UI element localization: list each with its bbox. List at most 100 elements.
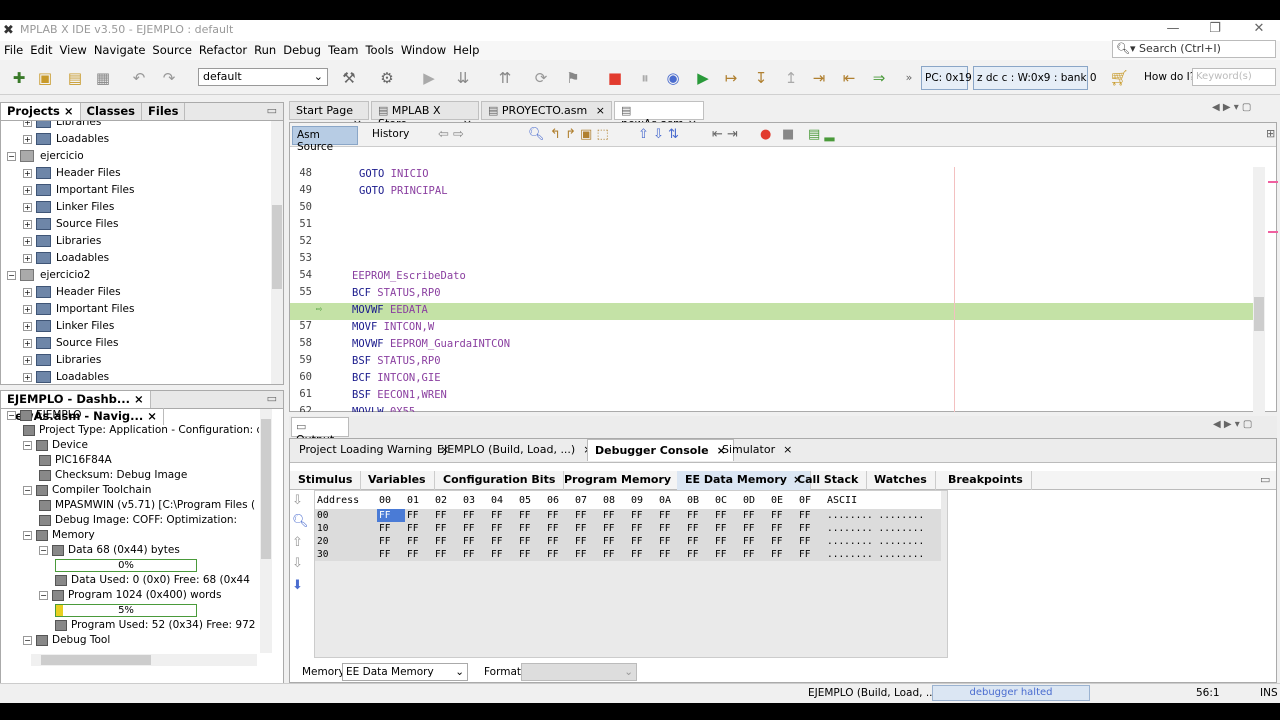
- tree-item[interactable]: + Linker Files: [23, 320, 114, 337]
- code-area[interactable]: 48 GOTO INICIO 49 GOTO PRINCIPAL 50 51 52 53 54 E…: [290, 167, 1253, 412]
- minimize-icon[interactable]: —: [1158, 21, 1188, 36]
- memory-cell[interactable]: FF: [741, 509, 769, 522]
- continue-icon[interactable]: ▶: [692, 67, 714, 89]
- tree-item[interactable]: + Header Files: [23, 286, 121, 303]
- memory-cell[interactable]: FF: [517, 535, 545, 548]
- tab-proyecto-asm[interactable]: ▤ PROYECTO.asm ×: [481, 101, 612, 120]
- memory-cell[interactable]: FF: [797, 509, 825, 522]
- tree-item[interactable]: + Header Files: [23, 167, 121, 184]
- memory-cell[interactable]: FF: [713, 548, 741, 561]
- memory-cell[interactable]: FF: [713, 535, 741, 548]
- memory-cell[interactable]: FF: [657, 535, 685, 548]
- code-line[interactable]: 59 BSF STATUS,RP0: [290, 354, 1253, 371]
- memory-cell[interactable]: FF: [489, 522, 517, 535]
- memory-cell[interactable]: FF: [573, 522, 601, 535]
- memory-cell[interactable]: FF: [377, 509, 405, 522]
- code-line[interactable]: 50: [290, 201, 1253, 218]
- expand-icon[interactable]: +: [23, 355, 32, 365]
- memory-cell[interactable]: FF: [573, 535, 601, 548]
- collapse-icon[interactable]: −: [39, 545, 48, 555]
- memory-cell[interactable]: FF: [405, 522, 433, 535]
- minimize-panel-icon[interactable]: ▭: [267, 104, 277, 117]
- step-over-icon[interactable]: ↦: [720, 67, 742, 89]
- tab-mplab-x-store[interactable]: ▤ MPLAB X Store×: [371, 101, 479, 130]
- memory-cell[interactable]: FF: [461, 535, 489, 548]
- expand-icon[interactable]: +: [23, 321, 32, 331]
- save-all-icon[interactable]: ▦: [92, 67, 114, 89]
- memory-cell[interactable]: FF: [769, 522, 797, 535]
- undo-icon[interactable]: ↶: [128, 67, 150, 89]
- memory-cell[interactable]: FF: [489, 548, 517, 561]
- menu-help[interactable]: Help: [449, 41, 482, 57]
- memory-cell[interactable]: FF: [461, 522, 489, 535]
- find-memory-icon[interactable]: 🔍︎: [292, 514, 309, 529]
- tree-item[interactable]: + Source Files: [23, 337, 118, 354]
- expand-icon[interactable]: +: [23, 121, 32, 127]
- memory-cell[interactable]: FF: [405, 548, 433, 561]
- memory-cell[interactable]: FF: [405, 535, 433, 548]
- import-icon[interactable]: ⇧: [292, 535, 303, 550]
- menu-team[interactable]: Team: [324, 41, 361, 57]
- close-icon[interactable]: ×: [596, 104, 605, 117]
- focus-pc-icon[interactable]: ⇒: [868, 67, 890, 89]
- scroll-thumb[interactable]: [1254, 297, 1264, 331]
- collapse-icon[interactable]: −: [39, 590, 48, 600]
- code-line[interactable]: 48 GOTO INICIO: [290, 167, 1253, 184]
- memory-cell[interactable]: FF: [685, 509, 713, 522]
- program-device-icon[interactable]: ⇊: [452, 67, 474, 89]
- cart-icon[interactable]: 🛒︎: [1108, 67, 1130, 89]
- memory-cell[interactable]: FF: [545, 509, 573, 522]
- memory-cell[interactable]: FF: [797, 522, 825, 535]
- editor-options-icon[interactable]: ⊞: [1266, 127, 1275, 140]
- close-icon[interactable]: ✕: [1244, 21, 1274, 36]
- code-line[interactable]: 61 BSF EECON1,WREN: [290, 388, 1253, 405]
- redo-icon[interactable]: ↷: [158, 67, 180, 89]
- tab-history[interactable]: History: [372, 128, 409, 140]
- run-icon[interactable]: ▶: [418, 67, 440, 89]
- tree-item[interactable]: + Libraries: [23, 354, 101, 371]
- menu-tools[interactable]: Tools: [361, 41, 396, 57]
- memory-cell[interactable]: FF: [489, 535, 517, 548]
- dashboard-scrollbar[interactable]: [260, 409, 272, 653]
- bookmark-icon[interactable]: ⇧ ⇩ ⇅: [638, 127, 679, 142]
- code-line[interactable]: 57 MOVF INTCON,W: [290, 320, 1253, 337]
- memory-cell[interactable]: FF: [713, 509, 741, 522]
- menu-view[interactable]: View: [56, 41, 90, 57]
- menu-navigate[interactable]: Navigate: [90, 41, 149, 57]
- tab-variables[interactable]: Variables: [360, 471, 435, 490]
- memory-cell[interactable]: FF: [545, 535, 573, 548]
- collapse-icon[interactable]: −: [23, 485, 32, 495]
- code-line[interactable]: 55 BCF STATUS,RP0: [290, 286, 1253, 303]
- memory-cell[interactable]: FF: [741, 522, 769, 535]
- scroll-thumb[interactable]: [41, 655, 151, 665]
- memory-cell[interactable]: FF: [377, 522, 405, 535]
- tab-output[interactable]: ▭ Output: [291, 417, 349, 446]
- tree-item[interactable]: + Source Files: [23, 218, 118, 235]
- memory-cell[interactable]: FF: [601, 535, 629, 548]
- expand-icon[interactable]: +: [23, 185, 32, 195]
- find-icon[interactable]: 🔍︎: [528, 127, 545, 142]
- memory-cell[interactable]: FF: [769, 509, 797, 522]
- memory-cell[interactable]: FF: [797, 548, 825, 561]
- expand-icon[interactable]: +: [23, 338, 32, 348]
- expand-icon[interactable]: +: [23, 202, 32, 212]
- set-pc-icon[interactable]: ⇤: [838, 67, 860, 89]
- memory-cell[interactable]: FF: [629, 509, 657, 522]
- memory-cell[interactable]: FF: [545, 522, 573, 535]
- new-file-icon[interactable]: ✚: [8, 67, 30, 89]
- tree-item[interactable]: − ejercicio: [7, 150, 84, 167]
- minimize-panel-icon[interactable]: ▭: [267, 392, 277, 405]
- memory-cell[interactable]: FF: [741, 535, 769, 548]
- shift-left-icon[interactable]: ⇤ ⇥: [712, 127, 738, 142]
- tab-call-stack[interactable]: Call Stack: [789, 471, 868, 490]
- tree-item[interactable]: + Loadables: [23, 371, 109, 384]
- last-edit-icon[interactable]: ⇦ ⇨: [438, 127, 464, 142]
- memory-cell[interactable]: FF: [433, 535, 461, 548]
- memory-cell[interactable]: FF: [657, 522, 685, 535]
- tab-watches[interactable]: Watches: [866, 471, 936, 490]
- memory-cell[interactable]: FF: [405, 509, 433, 522]
- collapse-icon[interactable]: −: [7, 410, 16, 420]
- code-line[interactable]: 62 MOVLW 0X55: [290, 405, 1253, 412]
- code-line[interactable]: 60 BCF INTCON,GIE: [290, 371, 1253, 388]
- memory-cell[interactable]: FF: [629, 535, 657, 548]
